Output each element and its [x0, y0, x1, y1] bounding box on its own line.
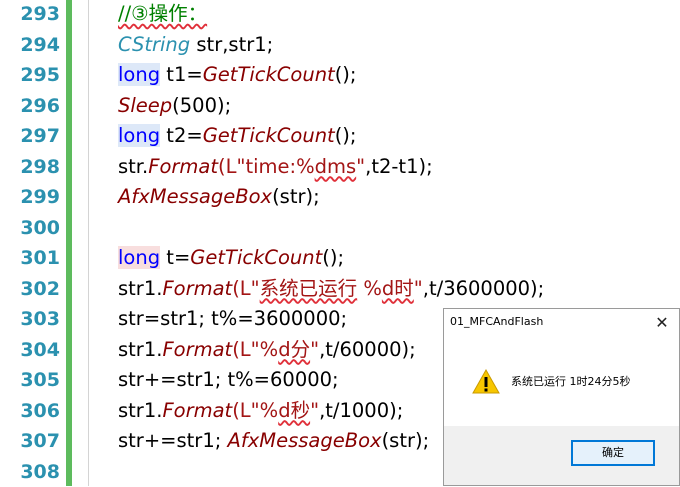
code-token: str. — [118, 155, 148, 178]
code-token: ,t/60000); — [319, 338, 416, 361]
line-number: 298 — [0, 152, 60, 183]
code-token: " — [310, 399, 319, 422]
code-token: GetTickCount — [203, 124, 335, 147]
code-line[interactable]: 300 — [0, 213, 680, 244]
code-token: d秒 — [278, 399, 310, 422]
code-token: (); — [335, 63, 357, 86]
code-token: long — [118, 124, 160, 147]
code-token: (L"% — [232, 399, 278, 422]
code-token: (L" — [232, 277, 259, 300]
line-number: 295 — [0, 60, 60, 91]
code-token: ,t2-t1); — [365, 155, 433, 178]
code-text: str=str1; t%=3600000; — [118, 304, 347, 335]
message-box-dialog: 01_MFCAndFlash ✕ 系统已运行 1时24分5秒 确定 — [443, 308, 680, 486]
code-token: str+=str1; t%=60000; — [118, 368, 339, 391]
code-token: t2= — [160, 124, 203, 147]
code-token: d时 — [382, 277, 414, 300]
line-number: 302 — [0, 274, 60, 305]
code-token: (str); — [382, 429, 430, 452]
code-token: Format — [162, 399, 232, 422]
line-number: 303 — [0, 304, 60, 335]
close-icon[interactable]: ✕ — [649, 311, 675, 335]
code-text: str.Format(L"time:%dms",t2-t1); — [118, 152, 433, 183]
code-token: str=str1; t%=3600000; — [118, 307, 347, 330]
code-token: " — [310, 338, 319, 361]
line-number: 299 — [0, 182, 60, 213]
code-text: long t=GetTickCount(); — [118, 243, 344, 274]
code-token: CString — [118, 33, 190, 56]
dialog-title: 01_MFCAndFlash — [450, 315, 543, 328]
code-text: AfxMessageBox(str); — [118, 182, 320, 213]
code-line[interactable]: 302 str1.Format(L"系统已运行 %d时",t/3600000); — [0, 274, 680, 305]
code-token: " — [356, 155, 365, 178]
code-text: str1.Format(L"%d秒",t/1000); — [118, 396, 403, 427]
line-number: 300 — [0, 213, 60, 244]
code-token: t= — [160, 246, 190, 269]
code-token: ,t/1000); — [319, 399, 403, 422]
code-token: Sleep — [118, 94, 172, 117]
code-token: str+=str1; — [118, 429, 228, 452]
code-token: " — [414, 277, 423, 300]
code-line[interactable]: 296 Sleep(500); — [0, 91, 680, 122]
code-text: //③操作： — [118, 0, 207, 30]
code-token: dms — [315, 155, 357, 178]
code-token: (L"% — [232, 338, 278, 361]
dialog-title-bar[interactable]: 01_MFCAndFlash ✕ — [444, 309, 679, 337]
line-number: 305 — [0, 365, 60, 396]
line-number: 296 — [0, 91, 60, 122]
code-token: long — [118, 63, 160, 86]
code-token: 系统已运行 — [260, 277, 358, 300]
code-token: //③操作： — [118, 2, 207, 25]
code-token: (str); — [272, 185, 320, 208]
code-token: AfxMessageBox — [228, 429, 382, 452]
code-text: str+=str1; AfxMessageBox(str); — [118, 426, 429, 457]
code-token: Format — [148, 155, 218, 178]
code-token: (L"time:% — [218, 155, 315, 178]
code-token: % — [357, 277, 382, 300]
code-token: Format — [162, 277, 232, 300]
line-number: 301 — [0, 243, 60, 274]
code-text: CString str,str1; — [118, 30, 273, 61]
line-number: 293 — [0, 0, 60, 30]
dialog-message: 系统已运行 1时24分5秒 — [511, 373, 631, 389]
code-line[interactable]: 301 long t=GetTickCount(); — [0, 243, 680, 274]
code-text: long t1=GetTickCount(); — [118, 60, 357, 91]
code-token: d分 — [278, 338, 310, 361]
code-line[interactable]: 299 AfxMessageBox(str); — [0, 182, 680, 213]
code-token: (); — [322, 246, 344, 269]
line-number: 307 — [0, 426, 60, 457]
line-number: 294 — [0, 30, 60, 61]
code-text: Sleep(500); — [118, 91, 231, 122]
code-token: (); — [335, 124, 357, 147]
line-number: 308 — [0, 457, 60, 487]
code-text: str1.Format(L"%d分",t/60000); — [118, 335, 416, 366]
dialog-footer: 确定 — [444, 426, 679, 485]
code-token: str1. — [118, 399, 162, 422]
line-number: 306 — [0, 396, 60, 427]
warning-icon — [472, 369, 500, 395]
code-line[interactable]: 298 str.Format(L"time:%dms",t2-t1); — [0, 152, 680, 183]
code-text: str+=str1; t%=60000; — [118, 365, 339, 396]
code-token: long — [118, 246, 160, 269]
code-token: str1. — [118, 338, 162, 361]
code-line[interactable]: 295 long t1=GetTickCount(); — [0, 60, 680, 91]
code-token: str,str1; — [190, 33, 273, 56]
code-token: Format — [162, 338, 232, 361]
code-text: long t2=GetTickCount(); — [118, 121, 357, 152]
line-number: 297 — [0, 121, 60, 152]
code-token: AfxMessageBox — [118, 185, 272, 208]
line-number: 304 — [0, 335, 60, 366]
code-token: ,t/3600000); — [423, 277, 544, 300]
ok-button[interactable]: 确定 — [571, 440, 655, 466]
code-token: t1= — [160, 63, 203, 86]
code-token: str1. — [118, 277, 162, 300]
code-text: str1.Format(L"系统已运行 %d时",t/3600000); — [118, 274, 544, 305]
code-line[interactable]: 297 long t2=GetTickCount(); — [0, 121, 680, 152]
code-token: GetTickCount — [190, 246, 322, 269]
code-token: GetTickCount — [203, 63, 335, 86]
code-token: (500); — [172, 94, 231, 117]
code-line[interactable]: 293 //③操作： — [0, 0, 680, 30]
code-line[interactable]: 294 CString str,str1; — [0, 30, 680, 61]
